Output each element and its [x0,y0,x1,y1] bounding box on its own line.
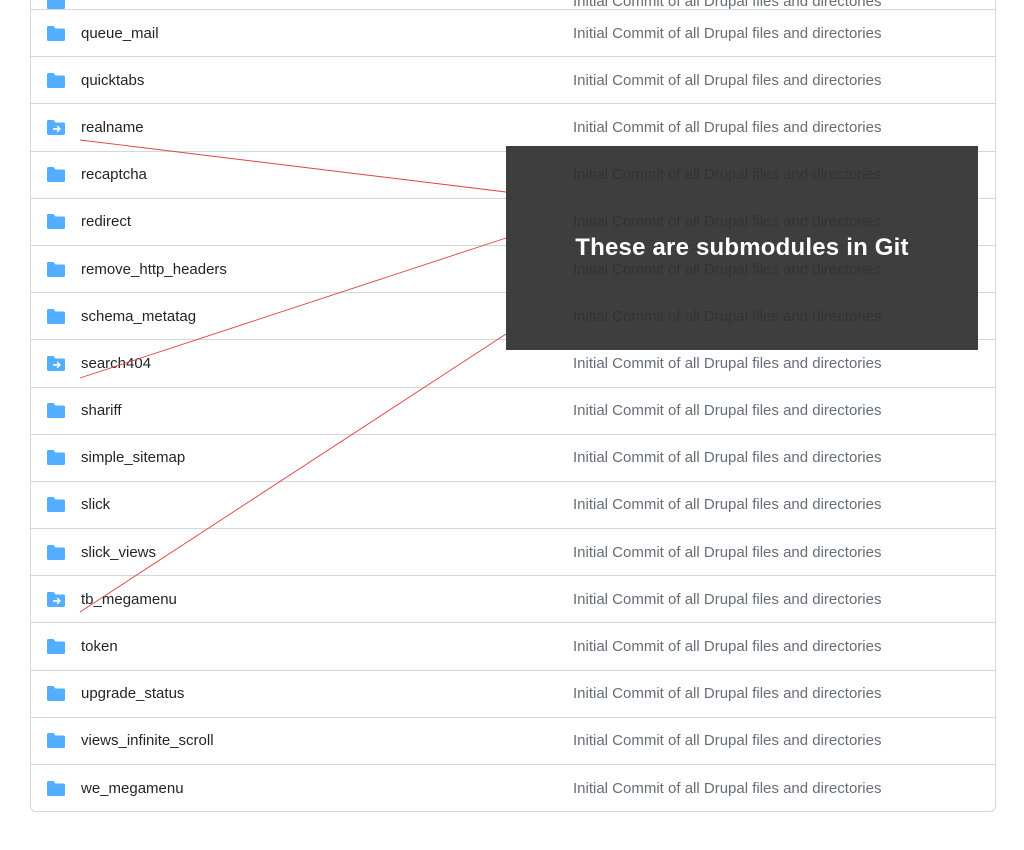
submodule-icon [47,120,65,135]
folder-icon [47,781,65,796]
commit-message-link[interactable]: Initial Commit of all Drupal files and d… [573,25,881,42]
file-name-link[interactable]: slick [81,496,573,513]
file-name-link[interactable]: slick_views [81,544,573,561]
commit-message-link[interactable]: Initial Commit of all Drupal files and d… [573,402,881,419]
annotation-callout: These are submodules in Git [506,146,978,350]
file-name-link[interactable]: views_infinite_scroll [81,732,573,749]
file-name-link[interactable]: quicktabs [81,72,573,89]
table-row: shariffInitial Commit of all Drupal file… [31,387,995,434]
table-row: simple_sitemapInitial Commit of all Drup… [31,434,995,481]
table-row: realnameInitial Commit of all Drupal fil… [31,103,995,150]
table-row: we_megamenuInitial Commit of all Drupal … [31,764,995,811]
file-name-link[interactable]: simple_sitemap [81,449,573,466]
folder-icon [47,0,65,9]
commit-message-link[interactable]: Initial Commit of all Drupal files and d… [573,72,881,89]
file-name-link[interactable]: upgrade_status [81,685,573,702]
table-row: tokenInitial Commit of all Drupal files … [31,622,995,669]
file-name-link[interactable]: search404 [81,355,573,372]
folder-icon [47,686,65,701]
file-name-link[interactable]: we_megamenu [81,780,573,797]
folder-icon [47,403,65,418]
file-name-link[interactable]: token [81,638,573,655]
commit-message-link[interactable]: Initial Commit of all Drupal files and d… [573,780,881,797]
table-row: queue_mailInitial Commit of all Drupal f… [31,9,995,56]
commit-message-link[interactable]: Initial Commit of all Drupal files and d… [573,732,881,749]
commit-message-link[interactable]: Initial Commit of all Drupal files and d… [573,638,881,655]
file-list: Initial Commit of all Drupal files and d… [30,0,996,812]
commit-message-link[interactable]: Initial Commit of all Drupal files and d… [573,449,881,466]
folder-icon [47,214,65,229]
table-row: tb_megamenuInitial Commit of all Drupal … [31,575,995,622]
table-row: upgrade_statusInitial Commit of all Drup… [31,670,995,717]
folder-icon [47,309,65,324]
file-name-link[interactable]: realname [81,119,573,136]
submodule-icon [47,592,65,607]
table-row: views_infinite_scrollInitial Commit of a… [31,717,995,764]
commit-message-link[interactable]: Initial Commit of all Drupal files and d… [573,685,881,702]
commit-message-link[interactable]: Initial Commit of all Drupal files and d… [573,0,881,9]
table-row: slickInitial Commit of all Drupal files … [31,481,995,528]
commit-message-link[interactable]: Initial Commit of all Drupal files and d… [573,119,881,136]
annotation-text: These are submodules in Git [575,234,908,262]
folder-icon [47,497,65,512]
folder-icon [47,545,65,560]
file-name-link[interactable]: remove_http_headers [81,261,573,278]
folder-icon [47,262,65,277]
commit-message-link[interactable]: Initial Commit of all Drupal files and d… [573,496,881,513]
file-name-link[interactable]: recaptcha [81,166,573,183]
commit-message-link[interactable]: Initial Commit of all Drupal files and d… [573,591,881,608]
folder-icon [47,73,65,88]
folder-icon [47,639,65,654]
file-name-link[interactable]: tb_megamenu [81,591,573,608]
file-name-link[interactable]: queue_mail [81,25,573,42]
folder-icon [47,733,65,748]
folder-icon [47,450,65,465]
file-name-link[interactable]: redirect [81,213,573,230]
file-name-link[interactable]: schema_metatag [81,308,573,325]
folder-icon [47,167,65,182]
table-row: slick_viewsInitial Commit of all Drupal … [31,528,995,575]
commit-message-link[interactable]: Initial Commit of all Drupal files and d… [573,355,881,372]
file-name-link[interactable]: shariff [81,402,573,419]
folder-icon [47,26,65,41]
submodule-icon [47,356,65,371]
commit-message-link[interactable]: Initial Commit of all Drupal files and d… [573,544,881,561]
table-row: quicktabsInitial Commit of all Drupal fi… [31,56,995,103]
table-row: Initial Commit of all Drupal files and d… [31,0,995,9]
